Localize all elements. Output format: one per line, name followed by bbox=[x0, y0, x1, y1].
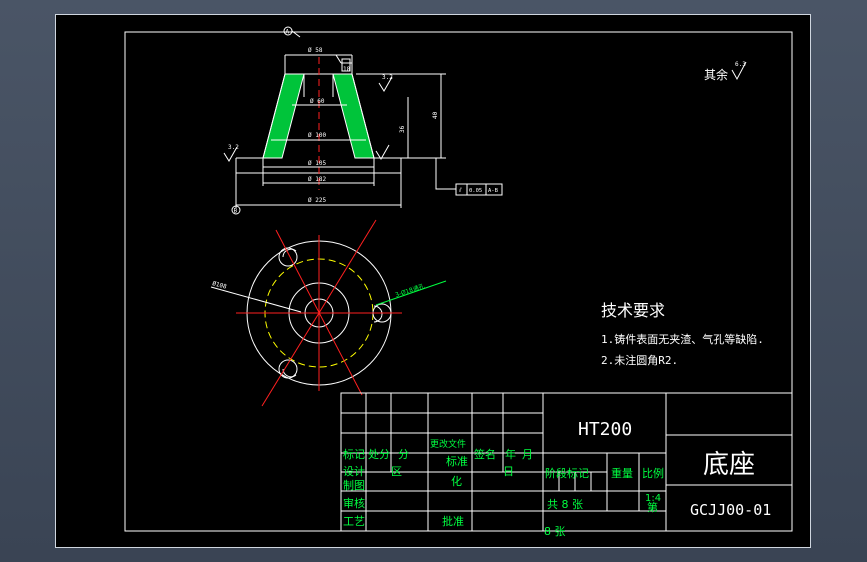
datum-a: A bbox=[286, 29, 290, 36]
tb-doc: 更改文件 bbox=[430, 438, 466, 450]
part-name: 底座 bbox=[703, 450, 755, 480]
notes-title: 技术要求 bbox=[601, 301, 665, 320]
tolerance-symbol: ⫽ bbox=[458, 187, 462, 194]
dim-base-outer: Ø 225 bbox=[308, 197, 326, 204]
notes-line1: 1.铸件表面无夹渣、气孔等缺陷. bbox=[601, 332, 764, 346]
tb-sheet-of: 8 张 bbox=[544, 525, 566, 538]
tb-check: 审核 bbox=[343, 496, 365, 510]
tb-day: 日 bbox=[503, 465, 514, 478]
roughness-top: 3.2 bbox=[382, 74, 393, 81]
tb-zone: 分 bbox=[398, 448, 409, 461]
roughness-left: 3.2 bbox=[228, 144, 239, 151]
tb-year: 年 bbox=[505, 447, 516, 461]
dim-total-height: 40 bbox=[432, 111, 439, 119]
tb-weight: 重量 bbox=[611, 466, 633, 480]
section-view: Ø 58 18 Ø 60 Ø 100 Ø 105 Ø 182 Ø 225 40 bbox=[223, 26, 503, 215]
title-block: HT200 底座 GCJJ00-01 标记 处分 分 更改文件 签名 年 月 设… bbox=[340, 392, 793, 538]
section-hatch-left bbox=[262, 73, 305, 159]
tb-standard: 标准 bbox=[446, 454, 468, 468]
tb-stage: 阶段标记 bbox=[545, 466, 589, 480]
tb-count: 处分 bbox=[368, 448, 390, 461]
hole-callout: 3-Ø18通孔 bbox=[394, 282, 425, 299]
dim-base-mid: Ø 182 bbox=[308, 176, 326, 183]
drawing-viewport[interactable]: Ø 58 18 Ø 60 Ø 100 Ø 105 Ø 182 Ø 225 40 bbox=[55, 14, 811, 548]
tb-month: 月 bbox=[522, 448, 533, 461]
tb-drawn: 制图 bbox=[343, 479, 365, 492]
tb-scale: 比例 bbox=[642, 466, 664, 480]
dim-inner-height: 36 bbox=[399, 125, 406, 133]
tb-sheet-no: 第 bbox=[647, 500, 658, 514]
dim-top-diameter: Ø 58 bbox=[308, 47, 323, 54]
section-hatch-right bbox=[332, 73, 375, 159]
datum-b: B bbox=[234, 208, 238, 215]
tb-sign: 签名 bbox=[474, 447, 496, 461]
tolerance-value: 0.05 bbox=[469, 188, 482, 194]
dim-slot-width: 18 bbox=[343, 66, 351, 73]
dim-hole-middle: Ø 100 bbox=[308, 132, 326, 139]
plan-view: Ø108 3-Ø18通孔 bbox=[210, 219, 447, 407]
tolerance-datum: A-B bbox=[488, 188, 499, 194]
tb-approve: 批准 bbox=[442, 514, 464, 528]
material: HT200 bbox=[578, 419, 632, 440]
tb-process: 工艺 bbox=[343, 515, 365, 528]
cad-drawing: Ø 58 18 Ø 60 Ø 100 Ø 105 Ø 182 Ø 225 40 bbox=[124, 26, 793, 538]
tb-zone2: 区 bbox=[391, 465, 402, 478]
dim-hole-upper: Ø 60 bbox=[310, 98, 325, 105]
notes-line2: 2.未注圆角R2. bbox=[601, 353, 678, 367]
drawing-number: GCJJ00-01 bbox=[690, 501, 771, 519]
roughness-other: 6.3 bbox=[735, 61, 746, 68]
dim-base-inner: Ø 105 bbox=[308, 160, 326, 167]
tb-sheet-total: 共 8 张 bbox=[547, 498, 583, 511]
roughness-other-label: 其余 bbox=[704, 67, 728, 82]
tb-mark: 标记 bbox=[343, 447, 365, 461]
tb-std2: 化 bbox=[451, 474, 462, 488]
tb-design: 设计 bbox=[343, 465, 365, 478]
